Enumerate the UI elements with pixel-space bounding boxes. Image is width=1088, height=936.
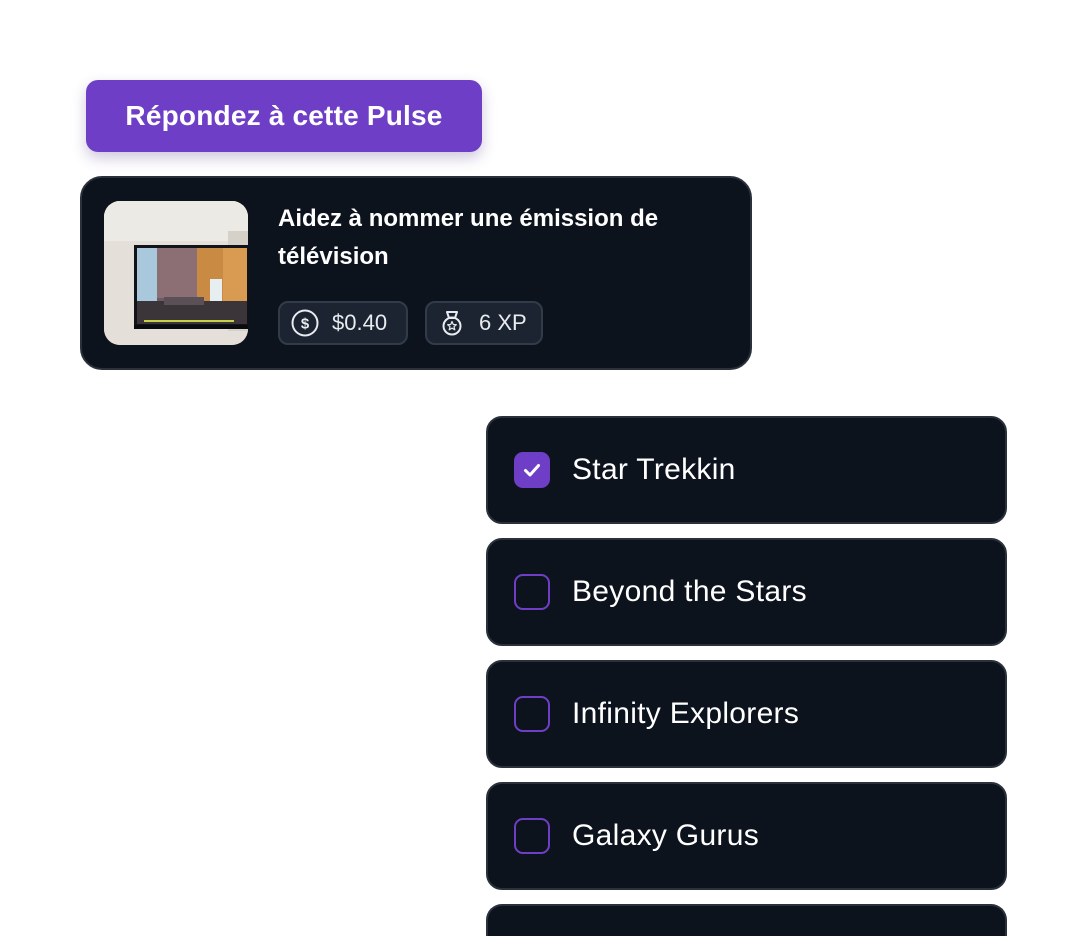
checkbox-unchecked[interactable] <box>514 574 550 610</box>
checkbox-checked[interactable] <box>514 452 550 488</box>
reward-value: $0.40 <box>332 310 388 335</box>
task-thumbnail <box>104 201 248 345</box>
option-label: Galaxy Gurus <box>572 819 759 852</box>
option-card[interactable] <box>486 904 1007 936</box>
reward-badge: $ $0.40 <box>278 301 408 345</box>
svg-text:$: $ <box>301 316 310 333</box>
option-card[interactable]: Star Trekkin <box>486 416 1007 524</box>
option-label: Star Trekkin <box>572 453 736 486</box>
option-label: Beyond the Stars <box>572 575 807 608</box>
xp-value: 6 XP <box>479 310 527 335</box>
answer-pulse-button[interactable]: Répondez à cette Pulse <box>86 80 482 152</box>
option-card[interactable]: Galaxy Gurus <box>486 782 1007 890</box>
dollar-coin-icon: $ <box>290 308 320 338</box>
checkbox-unchecked[interactable] <box>514 818 550 854</box>
xp-badge: 6 XP <box>425 301 543 345</box>
option-card[interactable]: Beyond the Stars <box>486 538 1007 646</box>
medal-icon <box>437 308 467 338</box>
option-label: Infinity Explorers <box>572 697 800 730</box>
task-title: Aidez à nommer une émission de télévisio… <box>278 205 659 270</box>
checkbox-unchecked[interactable] <box>514 696 550 732</box>
option-card[interactable]: Infinity Explorers <box>486 660 1007 768</box>
check-icon <box>524 464 540 477</box>
tv-photo-icon <box>104 201 248 345</box>
task-card: Aidez à nommer une émission de télévisio… <box>80 176 752 370</box>
